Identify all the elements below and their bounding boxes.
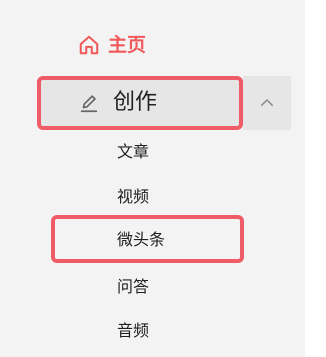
pen-icon: [78, 92, 100, 114]
home-icon: [78, 34, 100, 56]
chevron-up-icon: [258, 94, 276, 112]
sidebar-item-create-label: 创作: [113, 90, 158, 115]
sidebar-item-create[interactable]: 创作: [78, 86, 157, 120]
submenu-item-weitoutiao[interactable]: 微头条: [117, 230, 165, 250]
content-edge: [305, 0, 326, 357]
sidebar-item-home[interactable]: 主页: [78, 30, 146, 60]
submenu-item-qa[interactable]: 问答: [117, 277, 149, 297]
submenu-item-article[interactable]: 文章: [117, 142, 149, 162]
submenu-item-audio[interactable]: 音频: [117, 321, 149, 341]
sidebar: 主页 创作 文章 视频 微头条 问答 音频: [0, 0, 305, 357]
create-collapse-toggle[interactable]: [243, 76, 291, 130]
submenu-item-video[interactable]: 视频: [117, 187, 149, 207]
sidebar-item-home-label: 主页: [108, 33, 147, 56]
